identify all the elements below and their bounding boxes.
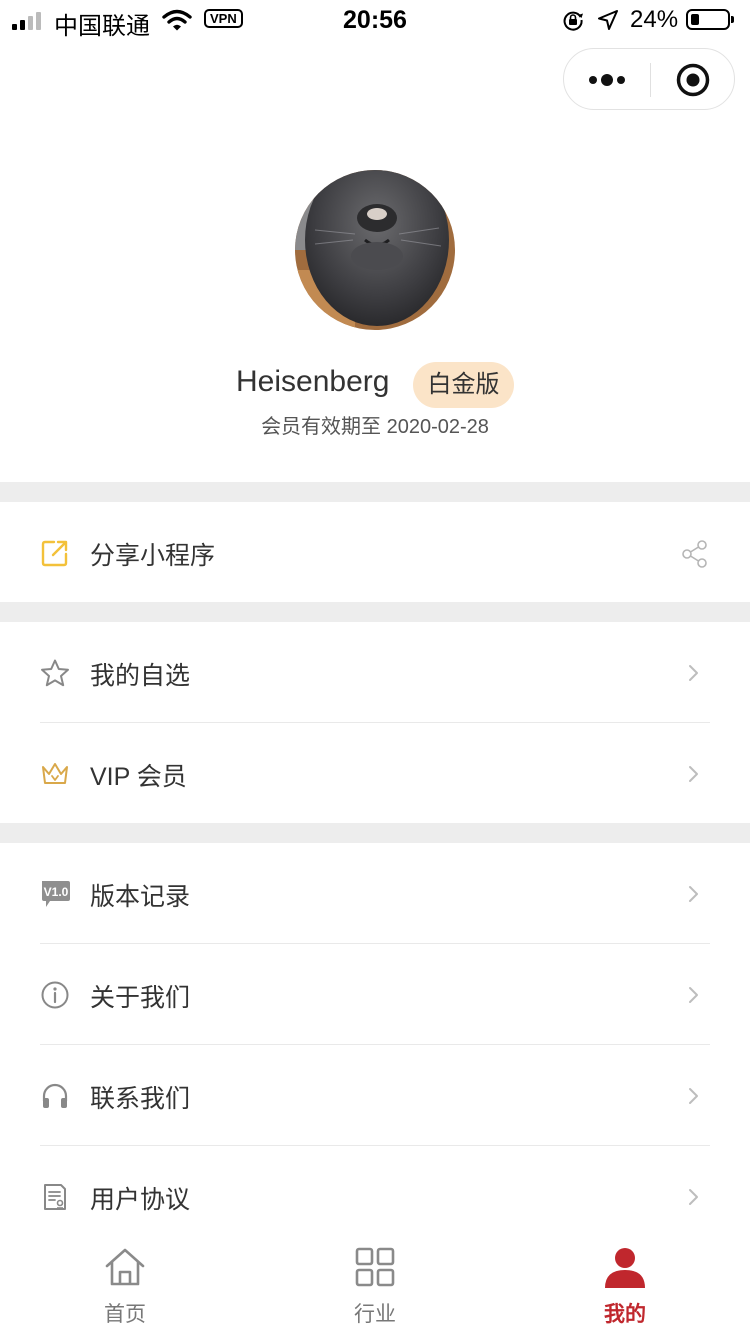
menu-item-label: 分享小程序: [90, 542, 216, 570]
chevron-right-icon: [689, 1189, 698, 1205]
home-icon: [105, 1248, 145, 1286]
menu-item-about-us[interactable]: 关于我们: [0, 944, 750, 1044]
more-button[interactable]: [564, 49, 650, 111]
section-separator: [0, 823, 750, 843]
chevron-right-icon: [689, 1088, 698, 1104]
battery-icon: [686, 9, 734, 30]
info-icon: [41, 981, 69, 1009]
status-bar: 中国联通 VPN 20:56 24%: [0, 0, 750, 40]
menu-item-label: 版本记录: [90, 883, 191, 911]
menu-item-my-favorites[interactable]: 我的自选: [0, 622, 750, 722]
menu-item-label: 关于我们: [90, 984, 191, 1012]
close-target-icon: [676, 63, 710, 97]
more-dots-icon: [589, 74, 625, 86]
menu-item-label: 用户协议: [90, 1186, 191, 1214]
rotation-lock-icon: [563, 11, 583, 31]
chevron-right-icon: [689, 987, 698, 1003]
star-icon: [41, 659, 69, 687]
menu-item-label: 我的自选: [90, 662, 191, 690]
grid-icon: [355, 1247, 395, 1287]
battery-percent: 24%: [630, 6, 679, 33]
tab-label: 我的: [604, 1303, 646, 1326]
crown-icon: [42, 763, 68, 784]
avatar-photo: [295, 170, 455, 330]
membership-tier-badge: 白金版: [413, 362, 514, 408]
menu-item-contact-us[interactable]: 联系我们: [0, 1045, 750, 1145]
menu-item-share-miniprogram[interactable]: 分享小程序: [0, 502, 750, 602]
section-separator: [0, 482, 750, 502]
document-icon: [44, 1184, 66, 1210]
menu-item-label: VIP 会员: [90, 763, 187, 791]
menu-item-vip-membership[interactable]: VIP 会员: [0, 723, 750, 823]
user-icon: [605, 1248, 645, 1288]
section-separator: [0, 602, 750, 622]
tab-industry[interactable]: 行业: [250, 1234, 500, 1334]
username: Heisenberg: [236, 365, 390, 398]
membership-expiry: 会员有效期至 2020-02-28: [261, 416, 489, 438]
avatar[interactable]: [295, 170, 455, 330]
chevron-right-icon: [689, 766, 698, 782]
chevron-right-icon: [689, 886, 698, 902]
location-arrow-icon: [598, 10, 618, 30]
share-external-icon: [41, 540, 68, 567]
chevron-right-icon: [689, 665, 698, 681]
tab-mine[interactable]: 我的: [500, 1234, 750, 1334]
menu-item-label: 联系我们: [90, 1085, 191, 1113]
close-button[interactable]: [651, 49, 735, 111]
tab-label: 行业: [354, 1303, 396, 1326]
miniprogram-capsule: [563, 48, 735, 110]
share-icon[interactable]: [680, 539, 710, 569]
tab-label: 首页: [104, 1303, 146, 1326]
tab-home[interactable]: 首页: [0, 1234, 250, 1334]
tab-bar: 首页 行业 我的: [0, 1234, 750, 1334]
menu-item-version-history[interactable]: V1.0 版本记录: [0, 843, 750, 943]
version-tag-icon: V1.0: [42, 881, 70, 907]
svg-text:V1.0: V1.0: [44, 885, 69, 899]
headphones-icon: [42, 1083, 68, 1108]
menu-item-user-agreement[interactable]: 用户协议: [0, 1146, 750, 1246]
